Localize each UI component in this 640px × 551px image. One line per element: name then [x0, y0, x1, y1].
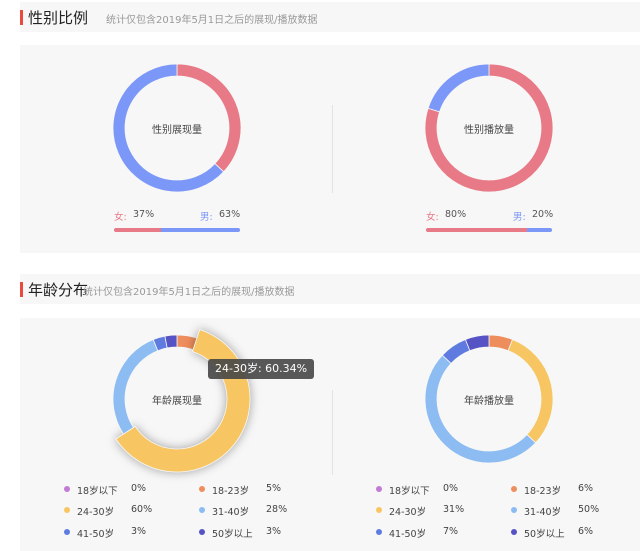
- legend-value: 3%: [266, 526, 282, 537]
- donut-center-label: 年龄展现量: [152, 396, 202, 407]
- legend-value: 6%: [578, 526, 594, 537]
- legend-label: 18-23岁: [212, 486, 250, 497]
- female-legend-value: 37%: [133, 209, 155, 220]
- legend-value: 31%: [443, 504, 465, 515]
- legend-swatch: [511, 529, 517, 535]
- male-ratio-fill: [160, 228, 240, 232]
- legend-label: 18岁以下: [389, 486, 430, 497]
- female-legend-label: 女:: [426, 212, 439, 223]
- section-accent-bar: [20, 282, 23, 297]
- section-title: 年龄分布: [28, 281, 89, 299]
- gender-ratio-bar: [426, 228, 552, 232]
- section-title: 性别比例: [28, 9, 89, 27]
- panel-divider: [332, 390, 333, 475]
- section-subtitle: 统计仅包含2019年5月1日之后的展现/播放数据: [106, 15, 318, 26]
- legend-swatch: [376, 507, 382, 513]
- legend-value: 5%: [266, 483, 282, 494]
- legend-value: 7%: [443, 526, 459, 537]
- legend-value: 3%: [131, 526, 147, 537]
- legend-swatch: [511, 486, 517, 492]
- male-legend-value: 63%: [219, 209, 241, 220]
- legend-label: 31-40岁: [212, 507, 250, 518]
- female-legend-label: 女:: [114, 212, 127, 223]
- legend-value: 50%: [578, 504, 600, 515]
- donut-slice[interactable]: [427, 63, 490, 113]
- legend-swatch: [199, 529, 205, 535]
- legend-swatch: [199, 507, 205, 513]
- legend-label: 24-30岁: [389, 507, 427, 518]
- legend-swatch: [64, 529, 70, 535]
- legend-label: 18-23岁: [524, 486, 562, 497]
- legend-swatch: [511, 507, 517, 513]
- female-ratio-fill: [426, 228, 527, 232]
- donut-center-label: 性别展现量: [152, 125, 202, 136]
- donut-center-label: 年龄播放量: [464, 396, 514, 407]
- legend-label: 41-50岁: [389, 529, 427, 540]
- legend-label: 50岁以上: [212, 529, 253, 540]
- legend-value: 6%: [578, 483, 594, 494]
- male-legend-value: 20%: [532, 209, 554, 220]
- legend-label: 31-40岁: [524, 507, 562, 518]
- legend-swatch: [64, 486, 70, 492]
- legend-label: 50岁以上: [524, 529, 565, 540]
- male-legend-label: 男:: [513, 212, 526, 223]
- legend-label: 41-50岁: [77, 529, 115, 540]
- slice-tooltip: 24-30岁: 60.34%: [208, 359, 315, 379]
- gender-ratio-bar: [114, 228, 240, 232]
- legend-swatch: [376, 486, 382, 492]
- male-ratio-fill: [526, 228, 552, 232]
- donut-slice[interactable]: [424, 354, 537, 464]
- age-section-header: 年龄分布 统计仅包含2019年5月1日之后的展现/播放数据: [20, 274, 640, 304]
- female-legend-value: 80%: [445, 209, 467, 220]
- legend-value: 60%: [131, 504, 153, 515]
- legend-swatch: [64, 507, 70, 513]
- female-ratio-fill: [114, 228, 161, 232]
- donut-slice[interactable]: [176, 63, 242, 173]
- donut-center-label: 性别播放量: [464, 125, 514, 136]
- gender-section-header: 性别比例 统计仅包含2019年5月1日之后的展现/播放数据: [20, 2, 640, 32]
- male-legend-label: 男:: [200, 212, 213, 223]
- section-accent-bar: [20, 10, 23, 25]
- legend-value: 0%: [131, 483, 147, 494]
- legend-swatch: [199, 486, 205, 492]
- donut-slice[interactable]: [464, 334, 490, 352]
- donut-slice[interactable]: [112, 339, 159, 435]
- panel-divider: [332, 105, 333, 193]
- donut-slice[interactable]: [164, 334, 178, 349]
- legend-swatch: [376, 529, 382, 535]
- legend-value: 0%: [443, 483, 459, 494]
- legend-label: 24-30岁: [77, 507, 115, 518]
- legend-value: 28%: [266, 504, 288, 515]
- legend-label: 18岁以下: [77, 486, 118, 497]
- section-subtitle: 统计仅包含2019年5月1日之后的展现/播放数据: [83, 287, 295, 298]
